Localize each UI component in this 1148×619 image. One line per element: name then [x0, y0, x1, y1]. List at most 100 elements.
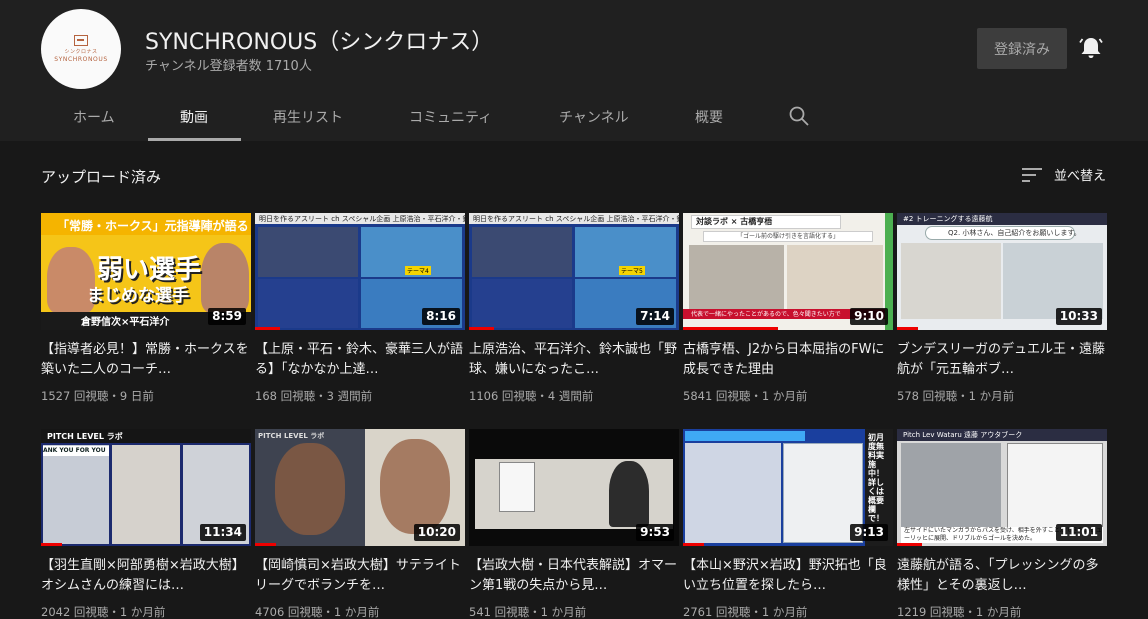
subscriber-count: チャンネル登録者数 1710人: [145, 59, 312, 74]
video-title[interactable]: 上原浩治、平石洋介、鈴木誠也「野球、嫌いになったこ…: [469, 340, 679, 380]
video-thumbnail[interactable]: 9:53: [469, 429, 679, 546]
video-call-panel: [258, 279, 358, 328]
video-meta: 1106 回視聴・4 週間前: [469, 389, 594, 403]
video-thumbnail[interactable]: 「常勝・ホークス」元指導陣が語る 弱い選手 まじめな選手 倉野信次×平石洋介 8…: [41, 213, 251, 330]
video-call-panel: [258, 227, 358, 277]
subscribed-button[interactable]: 登録済み: [977, 28, 1067, 69]
watch-progress: [469, 327, 495, 330]
person-image: [901, 443, 1001, 531]
section-title: アップロード済み: [41, 168, 162, 186]
video-title[interactable]: 遠藤航が語る、「プレッシングの多様性」とその裏返し…: [897, 556, 1107, 596]
person-image: [201, 243, 249, 313]
thumbnail-caption: PITCH LEVEL ラボ: [258, 432, 325, 440]
watch-progress: [683, 543, 704, 546]
thumbnail-subcaption: 「ゴール前の駆け引きを言語化する」: [703, 231, 873, 242]
thumbnail-caption: #2 トレーニングする遠藤航: [903, 215, 993, 223]
video-thumbnail[interactable]: PITCH LEVEL ラボ ANK YOU FOR YOU 11:34: [41, 429, 251, 546]
video-meta: 578 回視聴・1 か月前: [897, 389, 1015, 403]
video-title[interactable]: 【岡崎慎司×岩政大樹】サテライトリーグでボランチを…: [255, 556, 465, 596]
thumbnail-names: 倉野信次×平石洋介: [81, 317, 170, 328]
video-call-panel: [472, 279, 572, 328]
tab-about[interactable]: 概要: [695, 95, 723, 141]
thumbnail-strip-text: ANK YOU FOR YOU: [43, 446, 109, 456]
video-meta: 541 回視聴・1 か月前: [469, 605, 587, 619]
thumbnail-caption: Pitch Lev Wataru 遠藤 アウタブーク: [903, 431, 1023, 439]
video-call-panel: [112, 445, 180, 544]
tab-playlists[interactable]: 再生リスト: [273, 95, 343, 141]
video-meta: 1219 回視聴・1 か月前: [897, 605, 1022, 619]
video-call-panel: [685, 443, 781, 543]
sort-label: 並べ替え: [1054, 169, 1107, 184]
video-title[interactable]: 【本山×野沢×岩政】野沢拓也「良い立ち位置を探したら…: [683, 556, 893, 596]
video-meta: 5841 回視聴・1 か月前: [683, 389, 808, 403]
tactics-board: [1007, 443, 1103, 531]
video-duration: 11:34: [199, 524, 246, 541]
channel-name: SYNCHRONOUS（シンクロナス）: [145, 30, 494, 55]
thumbnail-caption: PITCH LEVEL ラボ: [47, 432, 123, 441]
thumbnail-side-text: 初月度無料実施中！詳しくは概要欄で！: [868, 433, 884, 523]
sort-icon: [1022, 166, 1044, 184]
video-title[interactable]: 【羽生直剛×阿部勇樹×岩政大樹】オシムさんの練習には…: [41, 556, 251, 596]
video-meta: 2042 回視聴・1 か月前: [41, 605, 166, 619]
video-duration: 8:16: [422, 308, 460, 325]
avatar-text-small: シンクロナス: [64, 48, 98, 55]
video-duration: 10:20: [413, 524, 460, 541]
video-title[interactable]: ブンデスリーガのデュエル王・遠藤航が「元五輪ボブ…: [897, 340, 1107, 380]
video-thumbnail[interactable]: 明日を作るアスリート ch スペシャル企画 上原浩治・平石洋介・鈴木誠也 テーマ…: [469, 213, 679, 330]
video-meta: 2761 回視聴・1 か月前: [683, 605, 808, 619]
person-image: [609, 461, 649, 527]
video-duration: 9:13: [850, 524, 888, 541]
sort-button[interactable]: 並べ替え: [1022, 165, 1106, 184]
tab-home[interactable]: ホーム: [73, 95, 115, 141]
channel-logo-mark-icon: [74, 34, 88, 46]
video-duration: 10:33: [1055, 308, 1102, 325]
video-thumbnail[interactable]: 明日を作るアスリート ch スペシャル企画 上原浩治・平石洋介・鈴木誠也 テーマ…: [255, 213, 465, 330]
thumbnail-caption: 明日を作るアスリート ch スペシャル企画 上原浩治・平石洋介・鈴木誠也: [259, 215, 465, 223]
watch-progress: [683, 327, 778, 330]
video-title[interactable]: 【上原・平石・鈴木、豪華三人が語る】「なかなか上達…: [255, 340, 465, 380]
thumbnail-tag: テーマ4: [405, 266, 431, 275]
video-thumbnail[interactable]: 対談ラボ × 古橋亨梧 「ゴール前の駆け引きを言語化する」 代表で一緒にやったこ…: [683, 213, 893, 330]
video-title[interactable]: 【岩政大樹・日本代表解説】オマーン第1戦の失点から見…: [469, 556, 679, 596]
thumbnail-headline: まじめな選手: [87, 286, 189, 306]
search-icon[interactable]: [788, 105, 810, 127]
tab-channels[interactable]: チャンネル: [559, 95, 629, 141]
active-tab-indicator: [148, 138, 241, 141]
tactics-board: [499, 462, 535, 512]
channel-tabs: ホーム 動画 再生リスト コミュニティ チャンネル 概要: [0, 95, 1148, 141]
video-call-panel: [901, 243, 1001, 319]
video-duration: 8:59: [208, 308, 246, 325]
video-call-panel: [472, 227, 572, 277]
bell-icon[interactable]: [1078, 36, 1104, 60]
tab-community[interactable]: コミュニティ: [409, 95, 492, 141]
video-title[interactable]: 【指導者必見！】常勝・ホークスを築いた二人のコーチ…: [41, 340, 251, 380]
avatar-text-large: SYNCHRONOUS: [54, 55, 108, 63]
person-image: [380, 439, 450, 534]
video-thumbnail[interactable]: #2 トレーニングする遠藤航 Q2. 小林さん、自己紹介をお願いします。 10:…: [897, 213, 1107, 330]
video-meta: 1527 回視聴・9 日前: [41, 389, 154, 403]
thumbnail-question: Q2. 小林さん、自己紹介をお願いします。: [925, 226, 1081, 240]
video-duration: 9:10: [850, 308, 888, 325]
video-call-panel: [689, 245, 784, 310]
video-duration: 11:01: [1055, 524, 1102, 541]
tab-videos[interactable]: 動画: [180, 95, 208, 141]
channel-avatar[interactable]: シンクロナス SYNCHRONOUS: [41, 9, 121, 89]
video-duration: 9:53: [636, 524, 674, 541]
video-duration: 7:14: [636, 308, 674, 325]
thumbnail-subtitle: 代表で一緒にやったことがあるので、色々聞きたい方で: [691, 311, 841, 318]
video-call-panel: [43, 445, 109, 544]
watch-progress: [41, 543, 62, 546]
thumbnail-caption: 対談ラボ × 古橋亨梧: [691, 215, 841, 229]
thumbnail-caption: 「常勝・ホークス」元指導陣が語る: [57, 219, 249, 233]
video-thumbnail[interactable]: PITCH LEVEL ラボ 10:20: [255, 429, 465, 546]
channel-header: シンクロナス SYNCHRONOUS SYNCHRONOUS（シンクロナス） チ…: [0, 0, 1148, 141]
thumbnail-tag: テーマ5: [619, 266, 645, 275]
video-meta: 4706 回視聴・1 か月前: [255, 605, 380, 619]
video-thumbnail[interactable]: Pitch Lev Wataru 遠藤 アウタブーク 左サイドにいたマンガラから…: [897, 429, 1107, 546]
video-thumbnail[interactable]: 初月度無料実施中！詳しくは概要欄で！ 9:13: [683, 429, 893, 546]
thumbnail-caption: 明日を作るアスリート ch スペシャル企画 上原浩治・平石洋介・鈴木誠也: [473, 215, 679, 223]
person-image: [275, 443, 345, 535]
watch-progress: [255, 327, 281, 330]
video-title[interactable]: 古橋亨梧、J2から日本屈指のFWに成長できた理由: [683, 340, 893, 380]
watch-progress: [255, 543, 276, 546]
